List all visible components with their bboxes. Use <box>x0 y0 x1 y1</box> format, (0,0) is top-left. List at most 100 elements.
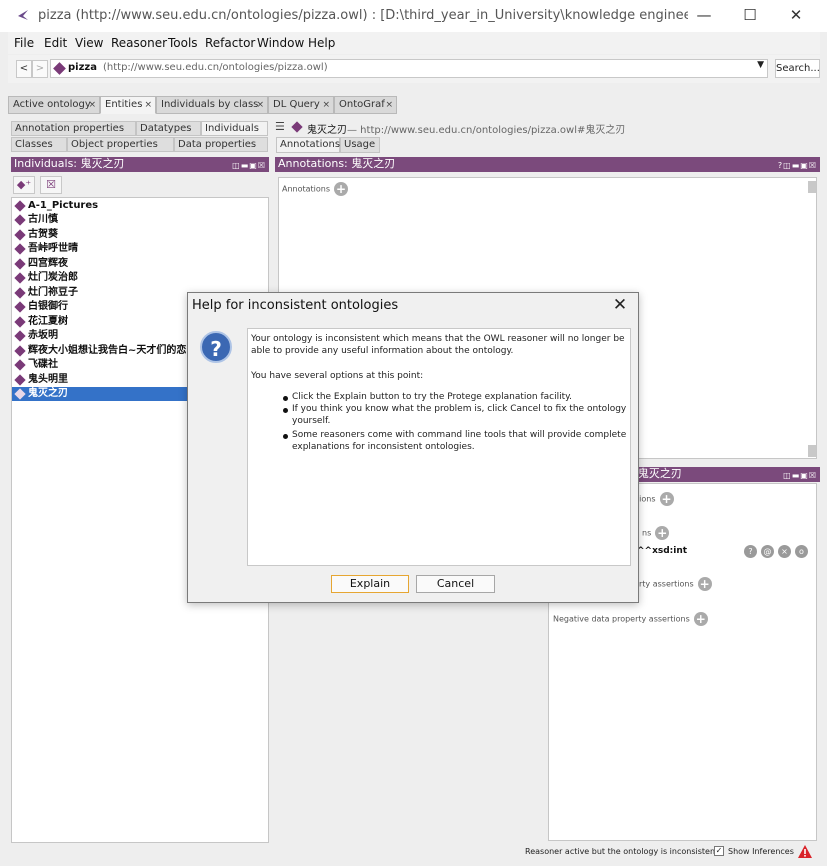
list-item[interactable]: 吾峠呼世晴 <box>12 242 268 256</box>
add-annotation-icon[interactable]: + <box>334 182 349 196</box>
explain-icon[interactable]: ? <box>744 545 757 558</box>
individual-icon <box>14 200 26 212</box>
cancel-button[interactable]: Cancel <box>416 575 495 593</box>
tab-individuals-by-class[interactable]: Individuals by class × <box>156 96 268 114</box>
menu-tools[interactable]: Tools <box>168 36 198 50</box>
individual-icon <box>14 287 26 299</box>
individual-icon <box>14 258 26 270</box>
ontology-name: pizza <box>68 62 97 73</box>
subtab-object-properties[interactable]: Object properties <box>67 137 174 152</box>
annotations-panel-header: Annotations: 鬼灭之刃 ?◫▬▣☒ <box>275 157 820 172</box>
individual-icon <box>14 330 26 342</box>
negative-data-property-row: Negative data property assertions + <box>553 612 708 626</box>
panel-title: Annotations: 鬼灭之刃 <box>278 157 396 170</box>
list-item[interactable]: 古川慎 <box>12 213 268 227</box>
menu-window[interactable]: Window <box>257 36 304 50</box>
individual-icon <box>14 374 26 386</box>
ontology-address-bar: < > pizza (http://www.seu.edu.cn/ontolog… <box>8 55 820 83</box>
entity-iri: — http://www.seu.edu.cn/ontologies/pizza… <box>347 125 626 136</box>
menu-help[interactable]: Help <box>308 36 335 50</box>
close-tab-icon[interactable]: × <box>322 97 330 113</box>
window-title: pizza (http://www.seu.edu.cn/ontologies/… <box>38 8 688 23</box>
delete-individual-icon[interactable]: ☒ <box>40 176 62 194</box>
forward-button[interactable]: > <box>32 60 48 78</box>
subtab-datatypes[interactable]: Datatypes <box>136 121 201 136</box>
menu-file[interactable]: File <box>14 36 34 50</box>
add-negative-assertion-icon[interactable]: + <box>693 612 708 626</box>
menu-view[interactable]: View <box>75 36 103 50</box>
dropdown-arrow-icon[interactable]: ▼ <box>757 60 764 70</box>
tab-label: OntoGraf <box>339 99 385 110</box>
entity-name: 鬼灭之刃 <box>307 125 347 136</box>
dialog-message: Your ontology is inconsistent which mean… <box>247 328 631 566</box>
bullet <box>283 434 288 439</box>
view-controls-icon[interactable]: ◫▬▣☒ <box>232 159 266 173</box>
workspace-tabs: Active ontology × Entities × Individuals b… <box>8 96 820 114</box>
subtab-annotation-properties[interactable]: Annotation properties <box>11 121 136 136</box>
status-bar: Reasoner active but the ontology is inco… <box>8 845 820 863</box>
list-item[interactable]: A-1_Pictures <box>12 199 268 213</box>
assertion-value: ^^xsd:int <box>637 546 688 556</box>
list-item[interactable]: 四宫辉夜 <box>12 257 268 271</box>
close-tab-icon[interactable]: × <box>385 97 393 113</box>
close-tab-icon[interactable]: × <box>88 97 96 113</box>
list-item[interactable]: 古贺葵 <box>12 228 268 242</box>
close-icon[interactable]: ✕ <box>608 295 632 315</box>
message-text: If you think you know what the problem i… <box>292 404 627 414</box>
assertion-row: tions + <box>636 492 674 506</box>
show-inferences-checkbox[interactable]: ✓ <box>714 846 724 856</box>
edit-icon[interactable]: o <box>795 545 808 558</box>
close-tab-icon[interactable]: × <box>144 97 152 113</box>
list-item[interactable]: 灶门炭治郎 <box>12 271 268 285</box>
subtab-annotations[interactable]: Annotations <box>276 137 340 153</box>
add-individual-icon[interactable]: ◆⁺ <box>13 176 35 194</box>
individual-icon <box>14 388 26 400</box>
tab-label: Entities <box>105 99 143 110</box>
ontology-selector[interactable]: pizza (http://www.seu.edu.cn/ontologies/… <box>50 59 768 78</box>
menu-refactor[interactable]: Refactor <box>205 36 255 50</box>
tab-entities[interactable]: Entities × <box>100 96 156 114</box>
add-assertion-icon[interactable]: + <box>659 492 674 506</box>
tab-ontograf[interactable]: OntoGraf × <box>334 96 397 114</box>
menu-reasoner[interactable]: Reasoner <box>111 36 167 50</box>
back-button[interactable]: < <box>16 60 32 78</box>
subtab-classes[interactable]: Classes <box>11 137 67 152</box>
title-bar: pizza (http://www.seu.edu.cn/ontologies/… <box>0 0 827 32</box>
add-assertion-icon[interactable]: + <box>655 526 670 540</box>
ontology-iri: (http://www.seu.edu.cn/ontologies/pizza.… <box>103 62 328 73</box>
menu-icon[interactable]: ☰ <box>275 120 285 133</box>
individual-icon <box>14 229 26 241</box>
show-inferences-label: Show Inferences <box>728 847 794 856</box>
message-text: yourself. <box>292 416 331 426</box>
tab-active-ontology[interactable]: Active ontology × <box>8 96 100 114</box>
message-text: explanations for inconsistent ontologies… <box>292 442 475 452</box>
subtab-usage[interactable]: Usage <box>340 137 380 153</box>
scrollbar-thumb[interactable] <box>808 445 816 457</box>
menu-edit[interactable]: Edit <box>44 36 67 50</box>
add-assertion-icon[interactable]: + <box>697 577 712 591</box>
message-text: You have several options at this point: <box>251 371 424 381</box>
annotations-add-row: Annotations + <box>282 182 349 196</box>
close-window-icon[interactable]: ✕ <box>773 0 819 32</box>
maximize-icon[interactable]: ☐ <box>727 0 773 32</box>
subtab-individuals[interactable]: Individuals <box>201 121 268 136</box>
individual-icon <box>14 272 26 284</box>
explain-button[interactable]: Explain <box>331 575 409 593</box>
delete-icon[interactable]: × <box>778 545 791 558</box>
scrollbar-thumb[interactable] <box>808 181 816 193</box>
menu-bar: File Edit View Reasoner Tools Refactor W… <box>8 32 820 54</box>
view-controls-icon[interactable]: ?◫▬▣☒ <box>778 159 817 173</box>
close-tab-icon[interactable]: × <box>256 97 264 113</box>
question-icon: ? <box>200 331 232 363</box>
view-controls-icon[interactable]: ◫▬▣☒ <box>783 469 817 483</box>
individual-icon <box>14 301 26 313</box>
annotate-icon[interactable]: @ <box>761 545 774 558</box>
ontology-icon <box>53 62 66 75</box>
tab-dl-query[interactable]: DL Query × <box>268 96 334 114</box>
search-button[interactable]: Search... <box>775 59 820 78</box>
minimize-icon[interactable]: — <box>681 0 727 32</box>
dialog-title: Help for inconsistent ontologies <box>192 298 399 313</box>
subtab-data-properties[interactable]: Data properties <box>174 137 268 152</box>
individual-icon <box>14 359 26 371</box>
individual-icon <box>14 214 26 226</box>
